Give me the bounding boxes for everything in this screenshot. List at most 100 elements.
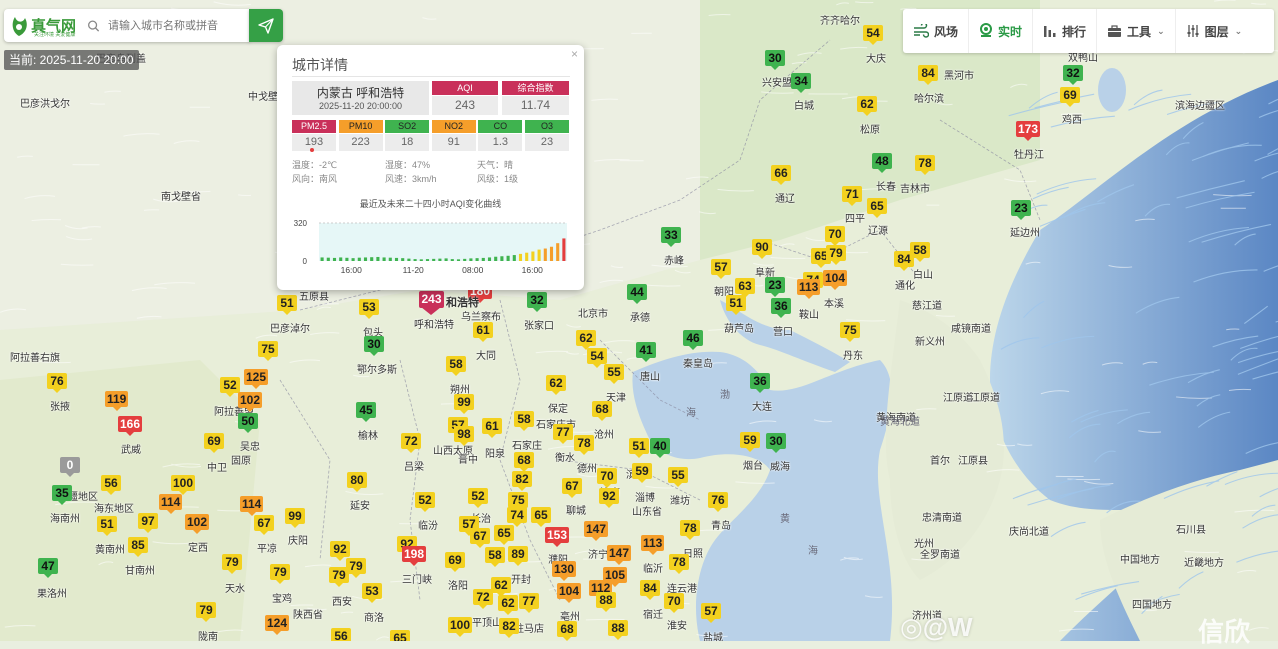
- aqi-city-marker[interactable]: 102: [238, 392, 262, 408]
- aqi-city-marker[interactable]: 99: [285, 508, 305, 524]
- aqi-city-marker[interactable]: 70: [597, 468, 617, 484]
- aqi-city-marker[interactable]: 72: [473, 589, 493, 605]
- aqi-city-marker[interactable]: 47: [38, 558, 58, 574]
- aqi-city-marker[interactable]: 62: [576, 330, 596, 346]
- aqi-city-marker[interactable]: 23: [765, 277, 785, 293]
- aqi-city-marker[interactable]: 55: [668, 467, 688, 483]
- aqi-city-marker[interactable]: 46: [683, 330, 703, 346]
- aqi-city-marker[interactable]: 65: [494, 525, 514, 541]
- aqi-city-marker[interactable]: 34: [791, 73, 811, 89]
- aqi-city-marker[interactable]: 57: [701, 603, 721, 619]
- aqi-city-marker[interactable]: 58: [446, 356, 466, 372]
- toolbar-wind-button[interactable]: 风场: [903, 9, 969, 53]
- aqi-city-marker[interactable]: 113: [797, 279, 820, 295]
- aqi-city-marker[interactable]: 68: [592, 401, 612, 417]
- aqi-city-marker[interactable]: 48: [872, 153, 892, 169]
- aqi-city-marker[interactable]: 79: [329, 567, 349, 583]
- aqi-city-marker[interactable]: 0: [60, 457, 80, 473]
- aqi-city-marker[interactable]: 77: [519, 593, 539, 609]
- aqi-city-marker[interactable]: 56: [331, 628, 351, 641]
- aqi-city-marker[interactable]: 67: [254, 515, 274, 531]
- aqi-city-marker[interactable]: 36: [771, 298, 791, 314]
- aqi-city-marker[interactable]: 61: [473, 322, 493, 338]
- aqi-city-marker[interactable]: 166: [118, 416, 142, 432]
- aqi-city-marker[interactable]: 51: [277, 295, 297, 311]
- aqi-city-marker[interactable]: 32: [1063, 65, 1083, 81]
- aqi-city-marker[interactable]: 58: [514, 411, 534, 427]
- aqi-city-marker[interactable]: 92: [599, 488, 619, 504]
- aqi-city-marker[interactable]: 84: [894, 251, 914, 267]
- hohhot-selected-marker[interactable]: 243: [419, 291, 444, 308]
- aqi-city-marker[interactable]: 57: [711, 259, 731, 275]
- aqi-city-marker[interactable]: 72: [401, 433, 421, 449]
- aqi-city-marker[interactable]: 53: [362, 583, 382, 599]
- aqi-city-marker[interactable]: 130: [552, 561, 576, 577]
- aqi-city-marker[interactable]: 69: [1060, 87, 1080, 103]
- aqi-city-marker[interactable]: 85: [128, 537, 148, 553]
- aqi-city-marker[interactable]: 69: [204, 433, 224, 449]
- aqi-city-marker[interactable]: 67: [562, 478, 582, 494]
- aqi-city-marker[interactable]: 40: [650, 438, 670, 454]
- toolbar-realtime-button[interactable]: 实时: [969, 9, 1033, 53]
- aqi-city-marker[interactable]: 53: [359, 299, 379, 315]
- aqi-city-marker[interactable]: 124: [265, 615, 289, 631]
- aqi-city-marker[interactable]: 62: [498, 595, 518, 611]
- toolbar-ranking-button[interactable]: 排行: [1033, 9, 1097, 53]
- aqi-city-marker[interactable]: 54: [863, 25, 883, 41]
- aqi-city-marker[interactable]: 78: [915, 155, 935, 171]
- aqi-city-marker[interactable]: 68: [557, 621, 577, 637]
- aqi-city-marker[interactable]: 153: [545, 527, 569, 543]
- aqi-city-marker[interactable]: 114: [240, 496, 263, 512]
- aqi-city-marker[interactable]: 79: [270, 564, 290, 580]
- aqi-city-marker[interactable]: 41: [636, 342, 656, 358]
- aqi-city-marker[interactable]: 114: [159, 494, 182, 510]
- aqi-city-marker[interactable]: 61: [482, 418, 502, 434]
- aqi-city-marker[interactable]: 44: [627, 284, 647, 300]
- aqi-city-marker[interactable]: 74: [507, 507, 527, 523]
- aqi-city-marker[interactable]: 70: [825, 226, 845, 242]
- aqi-city-marker[interactable]: 198: [402, 546, 426, 562]
- popup-close-button[interactable]: ×: [571, 47, 578, 61]
- aqi-city-marker[interactable]: 78: [680, 520, 700, 536]
- aqi-city-marker[interactable]: 71: [842, 186, 862, 202]
- aqi-city-marker[interactable]: 65: [390, 630, 410, 641]
- aqi-city-marker[interactable]: 78: [669, 554, 689, 570]
- aqi-city-marker[interactable]: 76: [47, 373, 67, 389]
- aqi-city-marker[interactable]: 84: [918, 65, 938, 81]
- aqi-city-marker[interactable]: 52: [468, 488, 488, 504]
- aqi-city-marker[interactable]: 59: [632, 463, 652, 479]
- aqi-city-marker[interactable]: 36: [750, 373, 770, 389]
- aqi-city-marker[interactable]: 52: [220, 377, 240, 393]
- aqi-city-marker[interactable]: 77: [553, 424, 573, 440]
- aqi-city-marker[interactable]: 56: [101, 475, 121, 491]
- aqi-city-marker[interactable]: 65: [531, 507, 551, 523]
- aqi-city-marker[interactable]: 45: [356, 402, 376, 418]
- aqi-city-marker[interactable]: 104: [823, 270, 847, 286]
- aqi-city-marker[interactable]: 75: [258, 341, 278, 357]
- aqi-city-marker[interactable]: 97: [138, 513, 158, 529]
- aqi-city-marker[interactable]: 50: [238, 413, 258, 429]
- aqi-city-marker[interactable]: 30: [364, 336, 384, 352]
- aqi-city-marker[interactable]: 113: [641, 535, 664, 551]
- aqi-city-marker[interactable]: 84: [640, 580, 660, 596]
- aqi-city-marker[interactable]: 23: [1011, 200, 1031, 216]
- aqi-city-marker[interactable]: 75: [840, 322, 860, 338]
- toolbar-layers-dropdown[interactable]: 图层 ⌄: [1176, 9, 1253, 53]
- aqi-city-marker[interactable]: 89: [508, 546, 528, 562]
- aqi-city-marker[interactable]: 66: [771, 165, 791, 181]
- aqi-city-marker[interactable]: 100: [171, 475, 195, 491]
- aqi-city-marker[interactable]: 100: [448, 617, 472, 633]
- aqi-city-marker[interactable]: 52: [415, 492, 435, 508]
- aqi-city-marker[interactable]: 90: [752, 239, 772, 255]
- aqi-city-marker[interactable]: 99: [454, 394, 474, 410]
- aqi-city-marker[interactable]: 147: [584, 521, 608, 537]
- aqi-city-marker[interactable]: 147: [607, 545, 631, 561]
- aqi-city-marker[interactable]: 59: [740, 432, 760, 448]
- aqi-city-marker[interactable]: 102: [185, 514, 209, 530]
- search-submit-button[interactable]: [249, 9, 283, 42]
- aqi-city-marker[interactable]: 104: [557, 583, 581, 599]
- aqi-city-marker[interactable]: 70: [664, 593, 684, 609]
- aqi-city-marker[interactable]: 88: [608, 620, 628, 636]
- aqi-city-marker[interactable]: 98: [454, 426, 474, 442]
- aqi-city-marker[interactable]: 33: [661, 227, 681, 243]
